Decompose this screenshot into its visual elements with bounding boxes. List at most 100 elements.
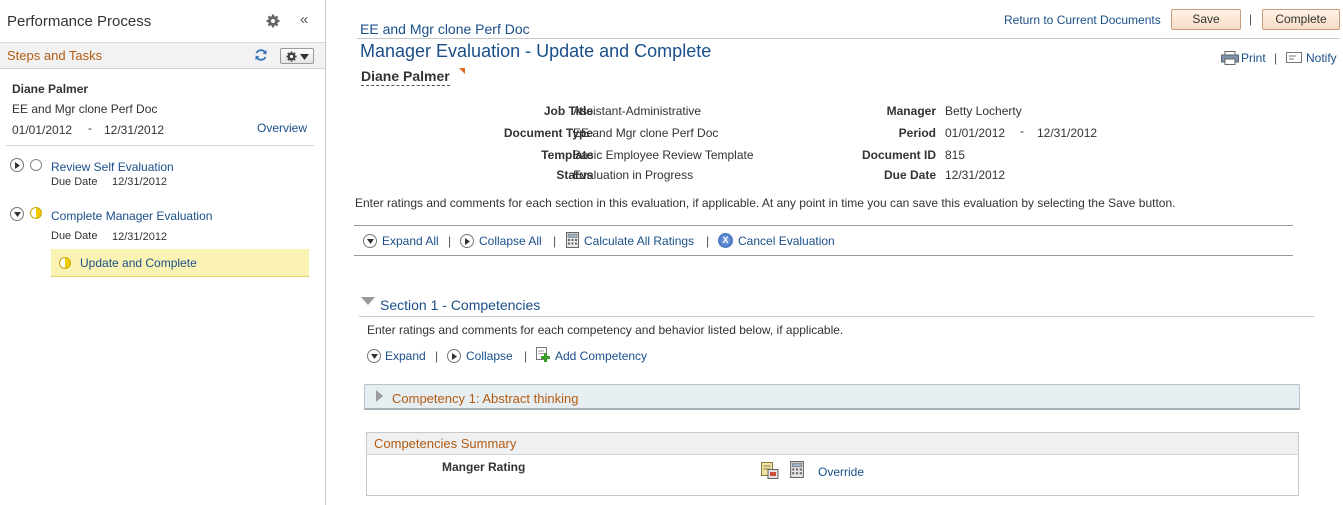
manager-rating-label: Manger Rating bbox=[442, 460, 526, 474]
steps-title: Steps and Tasks bbox=[7, 48, 103, 63]
related-actions-flag-icon[interactable] bbox=[459, 68, 465, 74]
collapse-panel-icon[interactable]: « bbox=[300, 12, 308, 28]
employee-name-link[interactable]: Diane Palmer bbox=[361, 68, 450, 86]
due-date-label: Due Date bbox=[51, 230, 98, 242]
period-start: 01/01/2012 bbox=[12, 123, 73, 137]
job-title-label: Job Title bbox=[543, 104, 593, 118]
complete-button[interactable]: Complete bbox=[1262, 9, 1340, 30]
status-not-started-icon bbox=[30, 159, 42, 171]
toolbar-divider bbox=[354, 255, 1293, 256]
competency-title[interactable]: Competency 1: Abstract thinking bbox=[392, 391, 578, 406]
expand-all-link[interactable]: Expand All bbox=[382, 234, 439, 248]
cancel-icon[interactable]: X bbox=[718, 233, 733, 248]
document-id-label: Document ID bbox=[861, 148, 936, 162]
chevron-right-icon bbox=[452, 353, 457, 360]
period-separator: - bbox=[88, 121, 92, 135]
section-collapse-icon[interactable] bbox=[361, 297, 375, 305]
override-link[interactable]: Override bbox=[818, 465, 864, 479]
period-end: 12/31/2012 bbox=[104, 123, 165, 137]
notify-link[interactable]: Notify bbox=[1306, 51, 1337, 65]
due-date-label: Due Date bbox=[51, 176, 98, 188]
chevron-right-icon bbox=[15, 162, 20, 169]
return-to-current-documents-link[interactable]: Return to Current Documents bbox=[1004, 13, 1161, 27]
expand-all-icon[interactable] bbox=[363, 234, 377, 248]
chevron-right-icon bbox=[465, 238, 470, 245]
gear-icon[interactable] bbox=[266, 14, 280, 28]
left-panel-title: Performance Process bbox=[7, 13, 152, 30]
refresh-icon[interactable] bbox=[254, 48, 268, 62]
status-in-progress-icon bbox=[30, 207, 42, 219]
template-label: Template bbox=[541, 148, 593, 162]
separator: | bbox=[1274, 51, 1278, 65]
print-link[interactable]: Print bbox=[1241, 51, 1266, 65]
header-divider bbox=[357, 38, 1340, 39]
separator: | bbox=[553, 234, 557, 248]
current-task-item[interactable]: Update and Complete bbox=[51, 249, 309, 277]
divider bbox=[6, 145, 314, 146]
status-value: Evaluation in Progress bbox=[573, 168, 694, 182]
step-review-self-evaluation[interactable]: Review Self Evaluation bbox=[51, 160, 174, 174]
left-panel: Performance Process « Steps and Tasks Di… bbox=[0, 0, 326, 505]
chevron-down-icon bbox=[371, 354, 378, 359]
expand-link[interactable]: Expand bbox=[385, 349, 426, 363]
section-divider bbox=[359, 316, 1314, 317]
status-label: Status bbox=[556, 168, 593, 182]
add-document-icon[interactable] bbox=[536, 347, 551, 362]
step-complete-manager-evaluation[interactable]: Complete Manager Evaluation bbox=[51, 209, 212, 223]
separator: | bbox=[524, 349, 528, 363]
section-instructions: Enter ratings and comments for each comp… bbox=[367, 323, 844, 337]
expand-step-button[interactable] bbox=[10, 158, 24, 172]
template-value: Basic Employee Review Template bbox=[573, 148, 754, 162]
due-date-value: 12/31/2012 bbox=[112, 231, 168, 243]
printer-icon[interactable] bbox=[1221, 51, 1239, 65]
collapse-icon[interactable] bbox=[447, 349, 461, 363]
chevron-down-icon bbox=[367, 239, 374, 244]
due-date-value: 12/31/2012 bbox=[112, 176, 168, 188]
section-1-title[interactable]: Section 1 - Competencies bbox=[380, 297, 540, 313]
document-id-value: 815 bbox=[945, 148, 966, 162]
chevron-down-icon bbox=[300, 54, 309, 60]
cancel-evaluation-link[interactable]: Cancel Evaluation bbox=[738, 234, 835, 248]
competencies-summary-title: Competencies Summary bbox=[374, 436, 517, 451]
period-start-value: 01/01/2012 bbox=[945, 126, 1006, 140]
collapse-all-link[interactable]: Collapse All bbox=[479, 234, 542, 248]
toolbar-divider bbox=[354, 225, 1293, 226]
calculator-icon[interactable] bbox=[566, 232, 579, 248]
calculator-icon[interactable] bbox=[790, 461, 804, 478]
employee-document: EE and Mgr clone Perf Doc bbox=[12, 102, 158, 116]
document-type-label: Document Type bbox=[503, 126, 593, 140]
manager-label: Manager bbox=[886, 104, 936, 118]
status-in-progress-icon bbox=[59, 257, 71, 269]
collapse-link[interactable]: Collapse bbox=[466, 349, 513, 363]
chevron-down-icon bbox=[14, 212, 21, 217]
gear-icon bbox=[286, 51, 297, 62]
period-label: Period bbox=[898, 126, 936, 140]
add-competency-link[interactable]: Add Competency bbox=[555, 349, 647, 363]
evaluation-instructions: Enter ratings and comments for each sect… bbox=[355, 196, 1176, 210]
due-date-value: 12/31/2012 bbox=[945, 168, 1006, 182]
overview-link[interactable]: Overview bbox=[257, 121, 307, 135]
actions-menu-button[interactable] bbox=[280, 48, 314, 64]
due-date-label: Due Date bbox=[883, 168, 936, 182]
expand-icon[interactable] bbox=[367, 349, 381, 363]
period-end-value: 12/31/2012 bbox=[1037, 126, 1098, 140]
separator: | bbox=[435, 349, 439, 363]
manager-value: Betty Locherty bbox=[945, 104, 1022, 118]
document-title: EE and Mgr clone Perf Doc bbox=[360, 21, 530, 37]
expand-competency-icon[interactable] bbox=[376, 390, 383, 402]
collapse-all-icon[interactable] bbox=[460, 234, 474, 248]
calculate-all-ratings-link[interactable]: Calculate All Ratings bbox=[584, 234, 694, 248]
separator: | bbox=[1249, 12, 1253, 26]
save-button[interactable]: Save bbox=[1171, 9, 1241, 30]
document-type-value: EE and Mgr clone Perf Doc bbox=[573, 126, 719, 140]
current-task-link[interactable]: Update and Complete bbox=[80, 256, 197, 270]
job-title-value: Assistant-Administrative bbox=[573, 104, 702, 118]
page-title: Manager Evaluation - Update and Complete bbox=[360, 41, 712, 61]
steps-and-tasks-bar: Steps and Tasks bbox=[0, 43, 325, 69]
notify-icon[interactable] bbox=[1286, 52, 1302, 63]
rating-details-icon[interactable] bbox=[761, 462, 779, 479]
collapse-step-button[interactable] bbox=[10, 207, 24, 221]
period-separator: - bbox=[1020, 124, 1024, 138]
separator: | bbox=[706, 234, 710, 248]
left-panel-header: Performance Process « bbox=[0, 0, 325, 43]
